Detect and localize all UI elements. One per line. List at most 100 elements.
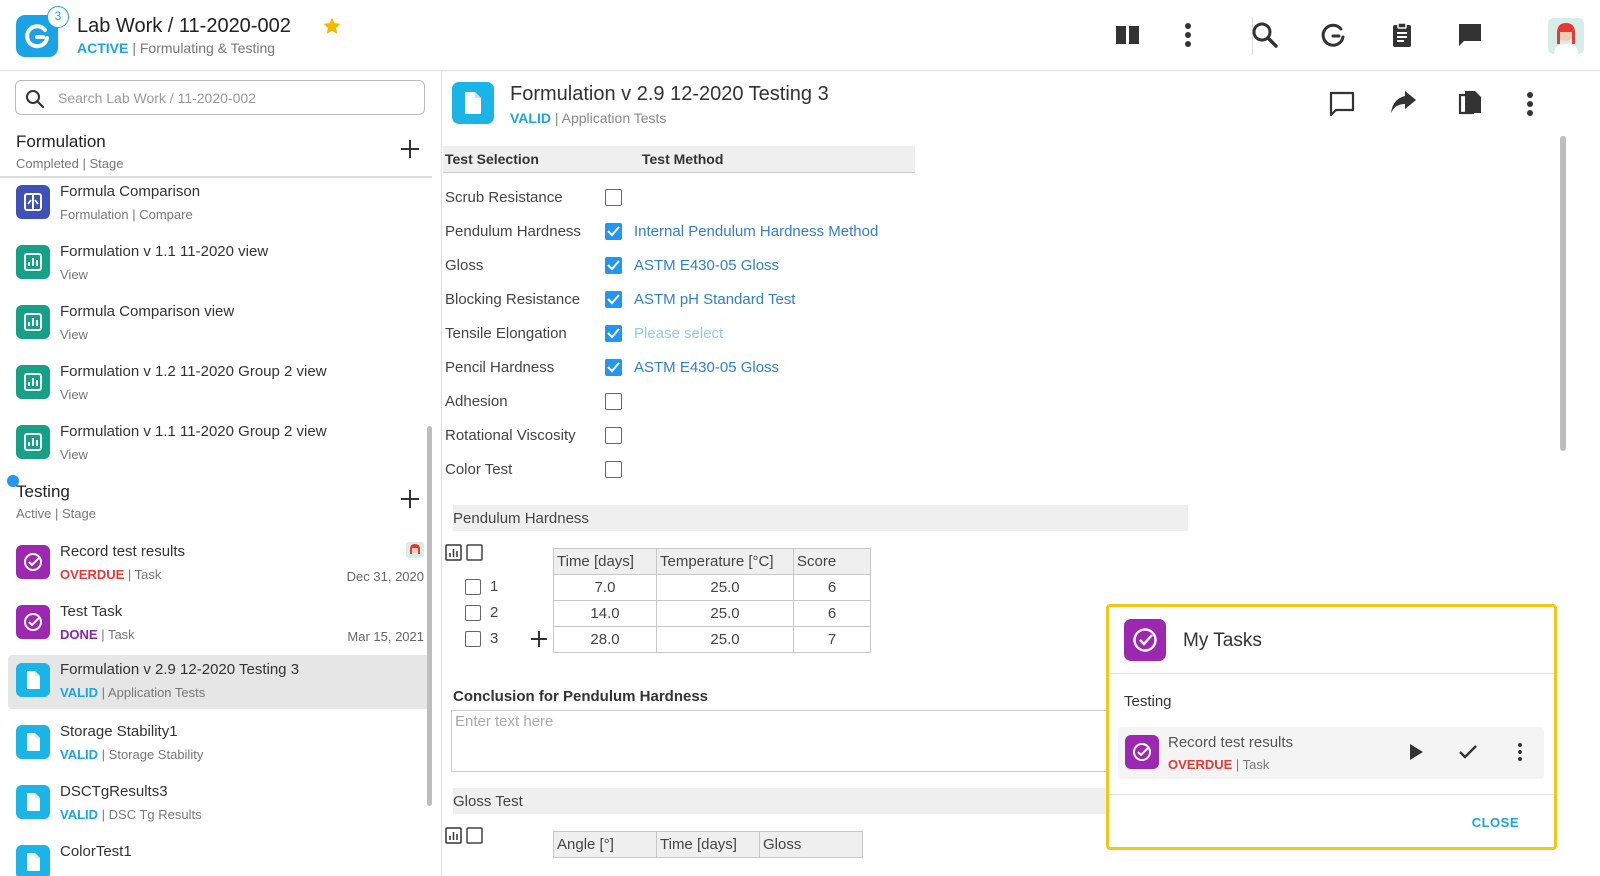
main-scrollbar[interactable] xyxy=(1560,136,1566,451)
section-header: Gloss Test xyxy=(453,788,1188,814)
test-row: Scrub Resistance xyxy=(443,183,1043,213)
sidebar-search[interactable] xyxy=(15,80,425,115)
select-all-checkbox[interactable] xyxy=(466,827,483,844)
favorite-star-icon[interactable] xyxy=(322,16,342,36)
table-cell[interactable]: 28.0 xyxy=(553,626,657,653)
test-method-link[interactable]: ASTM pH Standard Test xyxy=(634,291,795,308)
test-checkbox[interactable] xyxy=(605,325,622,342)
chart-view-icon xyxy=(16,245,50,279)
test-checkbox[interactable] xyxy=(605,427,622,444)
table-cell[interactable]: 7 xyxy=(793,626,871,653)
test-checkbox[interactable] xyxy=(605,257,622,274)
table-cell[interactable]: 25.0 xyxy=(656,626,794,653)
test-method-select[interactable]: Please select xyxy=(634,325,723,342)
list-item-subtitle: VALID | DSC Tg Results xyxy=(60,807,202,822)
test-selection-header: Test Selection Test Method xyxy=(443,146,915,173)
test-checkbox[interactable] xyxy=(605,189,622,206)
test-row: Pencil Hardness ASTM E430-05 Gloss xyxy=(443,353,1043,383)
search-input[interactable] xyxy=(58,87,408,109)
chat-icon[interactable] xyxy=(1455,20,1485,50)
test-checkbox[interactable] xyxy=(605,359,622,376)
section-title: Pendulum Hardness xyxy=(453,510,589,527)
notification-badge[interactable]: 3 xyxy=(47,6,69,28)
list-item[interactable]: Storage Stability1 VALID | Storage Stabi… xyxy=(8,718,432,770)
section-testing[interactable]: Testing Active | Stage xyxy=(0,481,440,531)
more-vertical-icon[interactable] xyxy=(1173,20,1203,50)
section-formulation[interactable]: Formulation Completed | Stage xyxy=(0,131,440,181)
check-icon[interactable] xyxy=(1458,742,1478,762)
search-icon[interactable] xyxy=(1250,20,1280,50)
row-label: 1 xyxy=(443,574,553,600)
row-checkbox[interactable] xyxy=(465,631,481,647)
column-header: Test Method xyxy=(642,151,724,167)
comment-icon[interactable] xyxy=(1327,89,1357,119)
test-checkbox[interactable] xyxy=(605,393,622,410)
play-icon[interactable] xyxy=(1406,742,1426,762)
chart-icon[interactable] xyxy=(445,827,462,844)
add-testing-icon[interactable] xyxy=(400,489,420,509)
table-row[interactable]: 7.0 25.0 6 xyxy=(553,574,871,601)
select-all-checkbox[interactable] xyxy=(466,544,483,561)
list-item[interactable]: Formulation v 1.2 11-2020 Group 2 view V… xyxy=(8,358,432,410)
table-toolbar xyxy=(445,827,485,845)
share-icon[interactable] xyxy=(1388,89,1418,119)
list-item-subtitle: VALID | Application Tests xyxy=(60,685,205,700)
clipboard-icon[interactable] xyxy=(1387,20,1417,50)
user-avatar[interactable] xyxy=(1548,18,1584,54)
test-method-link[interactable]: ASTM E430-05 Gloss xyxy=(634,359,779,376)
test-name: Gloss xyxy=(445,257,484,274)
section-subtitle: Active | Stage xyxy=(16,506,96,521)
task-check-icon xyxy=(1124,619,1166,661)
list-item[interactable]: Formulation v 1.1 11-2020 Group 2 view V… xyxy=(8,418,432,470)
list-item[interactable]: DSCTgResults3 VALID | DSC Tg Results xyxy=(8,778,432,830)
split-view-icon[interactable] xyxy=(1113,20,1143,50)
chart-icon[interactable] xyxy=(445,544,462,561)
table-cell[interactable]: 6 xyxy=(793,574,871,601)
list-item[interactable]: Record test results OVERDUE | Task Dec 3… xyxy=(8,538,432,590)
list-item-selected[interactable]: Formulation v 2.9 12-2020 Testing 3 VALI… xyxy=(8,655,432,709)
test-checkbox[interactable] xyxy=(605,461,622,478)
copy-icon[interactable] xyxy=(1456,89,1486,119)
list-item[interactable]: ColorTest1 xyxy=(8,838,432,876)
test-checkbox[interactable] xyxy=(605,291,622,308)
add-formulation-icon[interactable] xyxy=(400,139,420,159)
table-row[interactable]: 14.0 25.0 6 xyxy=(553,600,871,627)
table-row[interactable]: 28.0 25.0 7 xyxy=(553,626,871,653)
sidebar: Formulation Completed | Stage Formula Co… xyxy=(0,71,442,876)
list-item[interactable]: Formula Comparison view View xyxy=(8,298,432,350)
test-checkbox[interactable] xyxy=(605,223,622,240)
more-vertical-icon[interactable] xyxy=(1510,742,1530,762)
add-row-icon[interactable] xyxy=(530,630,548,648)
test-row: Gloss ASTM E430-05 Gloss xyxy=(443,251,1043,281)
chart-view-icon xyxy=(16,425,50,459)
table-cell[interactable]: 7.0 xyxy=(553,574,657,601)
test-name: Blocking Resistance xyxy=(445,291,581,308)
conclusion-input[interactable] xyxy=(455,713,1145,768)
table-cell[interactable]: 25.0 xyxy=(656,574,794,601)
row-checkbox[interactable] xyxy=(465,605,481,621)
assignee-avatar xyxy=(406,542,424,558)
list-item[interactable]: Formulation v 1.1 11-2020 view View xyxy=(8,238,432,290)
list-item-title: ColorTest1 xyxy=(60,843,132,860)
more-vertical-icon[interactable] xyxy=(1515,89,1545,119)
sidebar-scrollbar[interactable] xyxy=(427,426,432,806)
list-item[interactable]: Formula Comparison Formulation | Compare xyxy=(8,178,432,230)
test-method-link[interactable]: ASTM E430-05 Gloss xyxy=(634,257,779,274)
table-cell[interactable]: 14.0 xyxy=(553,600,657,627)
top-bar: 3 Lab Work / 11-2020-002 ACTIVE | Formula… xyxy=(0,0,1600,71)
chart-view-icon xyxy=(16,365,50,399)
task-item[interactable]: Record test results OVERDUE | Task xyxy=(1118,727,1544,779)
refresh-icon[interactable] xyxy=(1318,20,1348,50)
row-number: 2 xyxy=(490,604,499,621)
list-item[interactable]: Test Task DONE | Task Mar 15, 2021 xyxy=(8,598,432,650)
close-button[interactable]: CLOSE xyxy=(1472,815,1519,830)
row-checkbox[interactable] xyxy=(465,579,481,595)
item-type: | Task xyxy=(101,627,135,642)
table-cell[interactable]: 25.0 xyxy=(656,600,794,627)
table-cell[interactable]: 6 xyxy=(793,600,871,627)
test-name: Tensile Elongation xyxy=(445,325,567,342)
task-check-icon xyxy=(16,605,50,639)
test-name: Pendulum Hardness xyxy=(445,223,581,240)
conclusion-field[interactable] xyxy=(451,710,1151,772)
test-method-link[interactable]: Internal Pendulum Hardness Method xyxy=(634,223,878,240)
